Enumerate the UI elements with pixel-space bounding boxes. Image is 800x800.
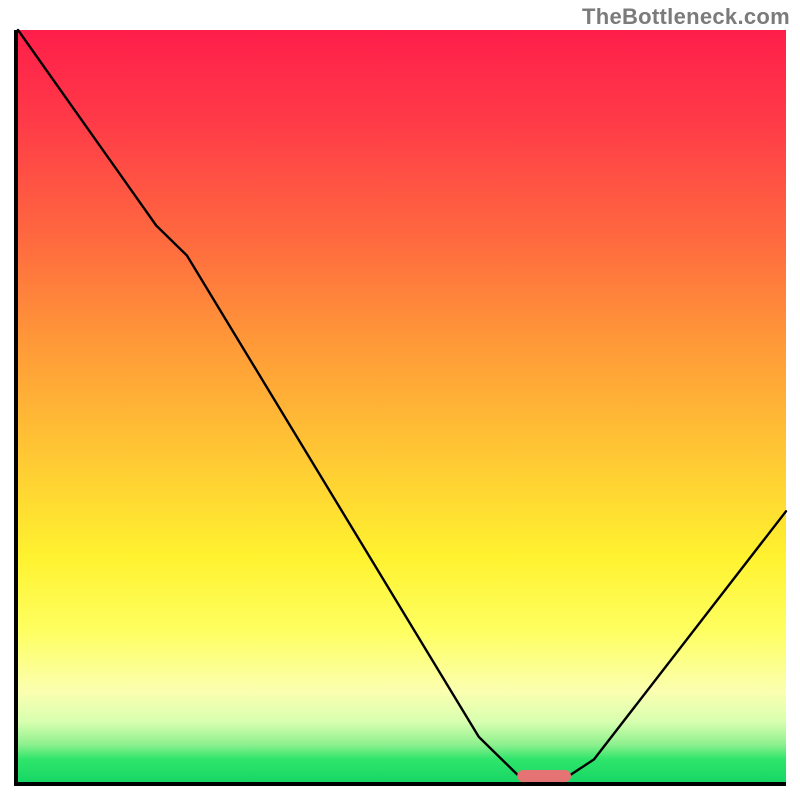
curve-svg (18, 30, 786, 782)
bottleneck-curve-path (18, 30, 786, 775)
plot-area (14, 30, 786, 786)
minimum-marker (517, 770, 571, 782)
watermark-text: TheBottleneck.com (582, 4, 790, 30)
